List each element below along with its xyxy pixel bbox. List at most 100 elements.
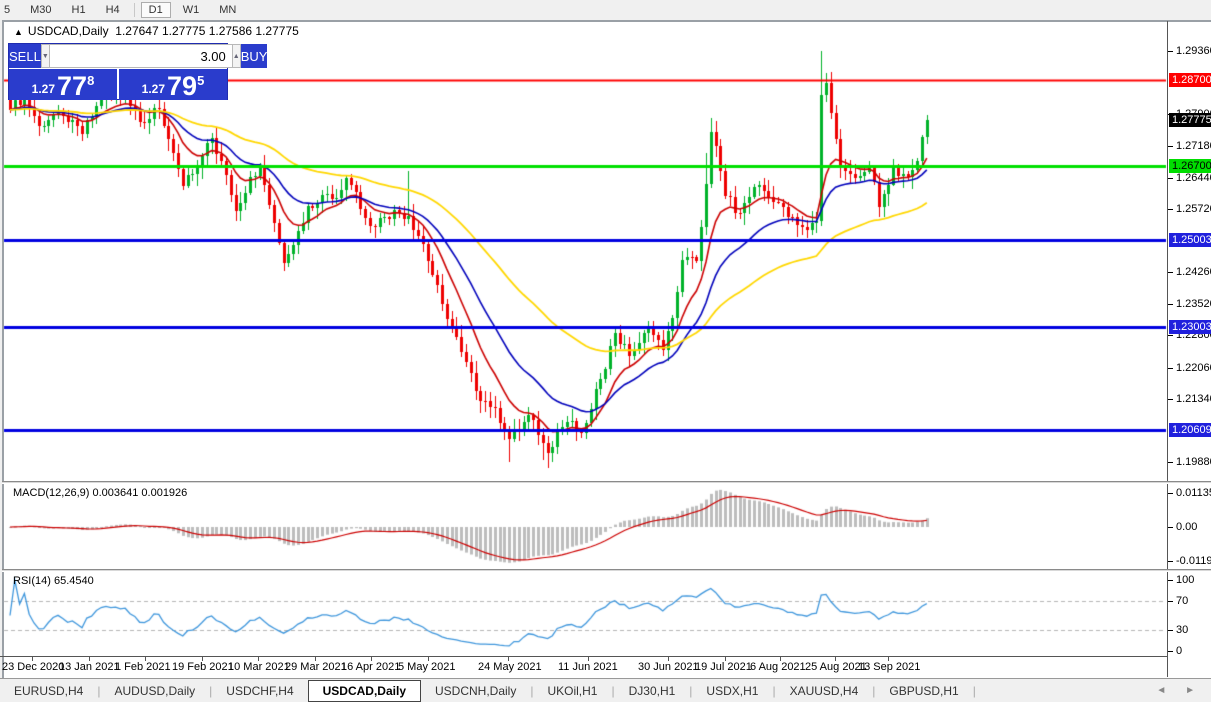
- date-label: 19 Jul 2021: [695, 661, 752, 673]
- rsi-tick-label: 100: [1176, 574, 1195, 586]
- rsi-tick-mark: [1168, 651, 1173, 652]
- date-axis-line: [0, 656, 1167, 657]
- tab-gbpusd-h1[interactable]: GBPUSD,H1: [875, 680, 972, 702]
- price-level-badge: 1.20609: [1169, 423, 1211, 437]
- rsi-tick-mark: [1168, 580, 1173, 581]
- rsi-tick-label: 0: [1176, 645, 1183, 657]
- buy-price-display[interactable]: 1.27 79 5: [119, 69, 227, 100]
- price-tick-label: 1.29360: [1176, 45, 1211, 57]
- chevron-up-icon: ▲: [232, 52, 240, 60]
- date-label: 1 Feb 2021: [115, 661, 171, 673]
- tab-ukoil-h1[interactable]: UKOil,H1: [533, 680, 611, 702]
- price-tick-label: 1.25720: [1176, 203, 1211, 215]
- macd-tick-mark: [1168, 493, 1173, 494]
- timeframe-button-m30[interactable]: M30: [22, 2, 59, 18]
- price-tick-label: 1.27180: [1176, 140, 1211, 152]
- tab-xauusd-h4[interactable]: XAUUSD,H4: [776, 680, 873, 702]
- rsi-panel-divider[interactable]: [2, 569, 1211, 572]
- date-label: 5 May 2021: [398, 661, 456, 673]
- timeframe-button-d1[interactable]: D1: [140, 1, 171, 18]
- tab-usdcad-daily[interactable]: USDCAD,Daily: [307, 679, 421, 702]
- price-tick-label: 1.19880: [1176, 456, 1211, 468]
- macd-tick-mark: [1168, 527, 1173, 528]
- macd-tick-label: 0.00: [1176, 521, 1198, 533]
- tab-dj30-h1[interactable]: DJ30,H1: [615, 680, 690, 702]
- sell-button[interactable]: SELL: [9, 44, 41, 68]
- tab-usdcnh-daily[interactable]: USDCNH,Daily: [421, 680, 530, 702]
- price-tick-label: 1.21340: [1176, 393, 1211, 405]
- rsi-label: RSI(14) 65.4540: [13, 575, 94, 587]
- macd-tick-mark: [1168, 561, 1173, 562]
- price-tick-label: 1.23520: [1176, 298, 1211, 310]
- price-tick-mark: [1168, 335, 1173, 336]
- symbol-tabbar: EURUSD,H4 | AUDUSD,Daily | USDCHF,H4 USDCAD,D…: [0, 678, 1211, 702]
- date-label: 29 Mar 2021: [285, 661, 347, 673]
- chart-title: ▲ USDCAD,Daily 1.27647 1.27775 1.27586 1.…: [14, 24, 299, 38]
- price-tick-mark: [1168, 272, 1173, 273]
- timeframe-button-mn[interactable]: MN: [211, 2, 244, 18]
- price-tick-label: 1.24260: [1176, 266, 1211, 278]
- chevron-down-icon: ▼: [41, 52, 49, 60]
- timeframe-button-h1[interactable]: H1: [64, 2, 94, 18]
- tab-separator: |: [972, 683, 976, 698]
- date-label: 13 Sep 2021: [858, 661, 921, 673]
- volume-decrease-button[interactable]: ▼: [40, 44, 50, 68]
- price-tick-mark: [1168, 178, 1173, 179]
- sell-price-pip: 8: [87, 73, 95, 88]
- macd-tick-label: -0.011904: [1176, 555, 1211, 567]
- price-tick-mark: [1168, 51, 1173, 52]
- symbol-title: USDCAD,Daily: [27, 24, 109, 38]
- price-level-badge: 1.26700: [1169, 159, 1211, 173]
- collapse-icon[interactable]: ▲: [14, 27, 23, 37]
- chart-window: [2, 20, 1211, 678]
- timeframe-button-h4[interactable]: H4: [98, 2, 128, 18]
- tab-usdchf-h4[interactable]: USDCHF,H4: [212, 680, 307, 702]
- price-axis-border: [1167, 21, 1168, 677]
- macd-panel-divider[interactable]: [2, 481, 1211, 484]
- price-tick-mark: [1168, 304, 1173, 305]
- price-tick-mark: [1168, 399, 1173, 400]
- price-tick-mark: [1168, 368, 1173, 369]
- date-label: 24 May 2021: [478, 661, 542, 673]
- timeframe-toolbar: 5 M30 H1 H4 D1 W1 MN: [0, 0, 1211, 19]
- rsi-tick-label: 70: [1176, 595, 1189, 607]
- date-label: 19 Feb 2021: [172, 661, 234, 673]
- timeframe-button-w1[interactable]: W1: [175, 2, 208, 18]
- price-level-badge: 1.25003: [1169, 233, 1211, 247]
- date-label: 23 Dec 2020: [2, 661, 65, 673]
- rsi-tick-mark: [1168, 601, 1173, 602]
- tab-scroll-arrows[interactable]: ◄ ►: [1156, 685, 1203, 696]
- price-tick-mark: [1168, 146, 1173, 147]
- rsi-tick-mark: [1168, 630, 1173, 631]
- volume-increase-button[interactable]: ▲: [231, 44, 241, 68]
- date-label: 11 Jun 2021: [558, 661, 618, 673]
- toolbar-separator: [133, 2, 135, 17]
- current-price-badge: 1.27775: [1169, 113, 1211, 127]
- date-label: 30 Jun 2021: [638, 661, 699, 673]
- buy-price-big: 79: [167, 71, 198, 101]
- price-tick-label: 1.22060: [1176, 362, 1211, 374]
- macd-tick-label: 0.01135: [1176, 487, 1211, 499]
- sell-price-prefix: 1.27: [31, 82, 56, 96]
- sell-price-big: 77: [57, 71, 88, 101]
- tab-usdx-h1[interactable]: USDX,H1: [692, 680, 772, 702]
- timeframe-button-5[interactable]: 5: [0, 2, 18, 18]
- buy-price-prefix: 1.27: [141, 82, 166, 96]
- price-level-badge: 1.28700: [1169, 73, 1211, 87]
- price-tick-mark: [1168, 462, 1173, 463]
- date-label: 13 Jan 2021: [59, 661, 120, 673]
- price-tick-label: 1.26440: [1176, 172, 1211, 184]
- tab-audusd-daily[interactable]: AUDUSD,Daily: [100, 680, 209, 702]
- sell-price-display[interactable]: 1.27 77 8: [9, 69, 117, 100]
- ohlc-values: 1.27647 1.27775 1.27586 1.27775: [115, 24, 299, 38]
- price-tick-mark: [1168, 209, 1173, 210]
- tab-eurusd-h4[interactable]: EURUSD,H4: [0, 680, 97, 702]
- volume-input[interactable]: [49, 44, 232, 68]
- macd-label: MACD(12,26,9) 0.003641 0.001926: [13, 487, 188, 499]
- date-label: 10 Mar 2021: [228, 661, 290, 673]
- rsi-tick-label: 30: [1176, 624, 1189, 636]
- date-label: 16 Apr 2021: [341, 661, 401, 673]
- date-label: 6 Aug 2021: [750, 661, 806, 673]
- buy-button[interactable]: BUY: [240, 44, 268, 68]
- price-level-badge: 1.23003: [1169, 320, 1211, 334]
